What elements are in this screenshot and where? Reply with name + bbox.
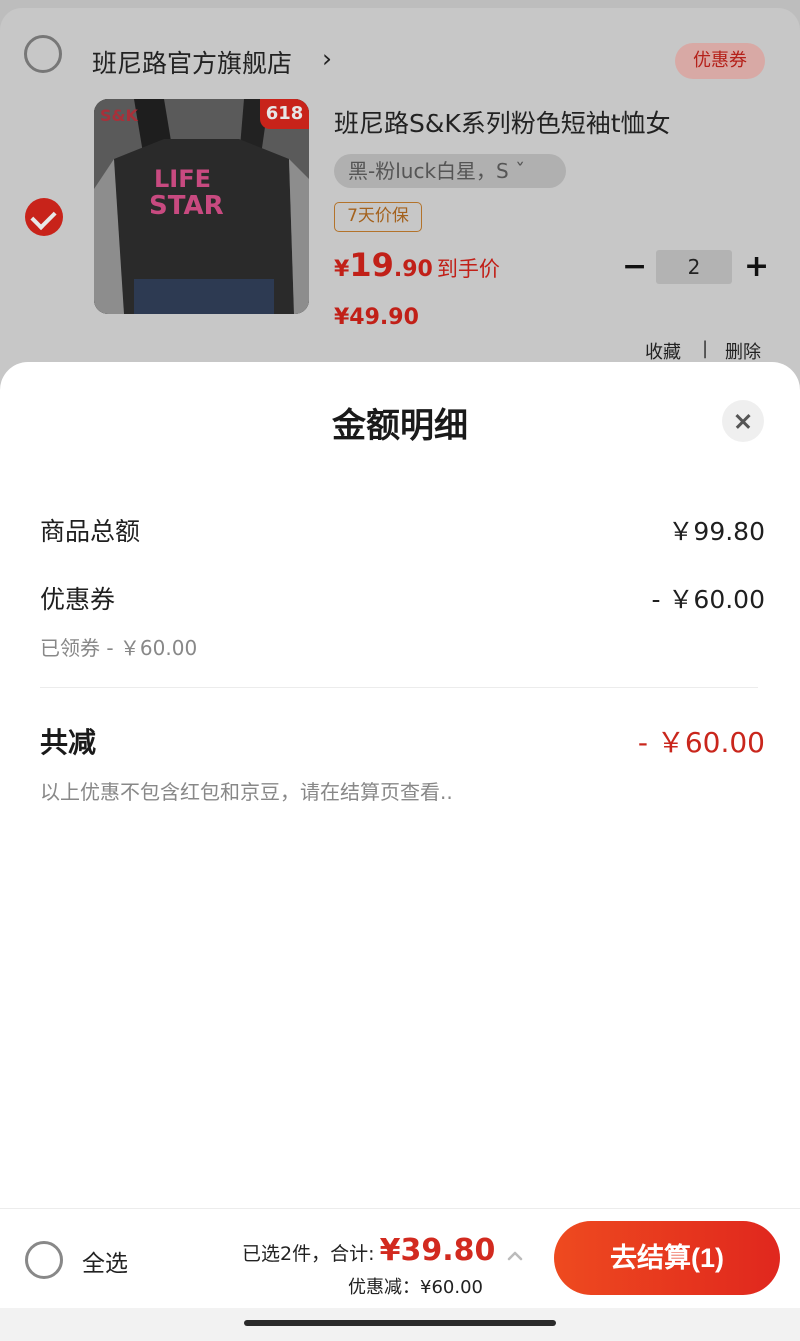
store-coupon-button[interactable]: 优惠券 <box>675 43 765 79</box>
total-discount-value: - ￥60.00 <box>637 726 765 759</box>
variant-selector[interactable]: 黑-粉luck白星，S ˇ <box>334 154 566 188</box>
system-navigation-area <box>0 1308 800 1341</box>
cart-background: 班尼路官方旗舰店 › 优惠券 LIFE STAR S&K 618 班尼路S&K系… <box>0 0 800 388</box>
product-image[interactable]: LIFE STAR S&K <box>94 99 309 314</box>
price-protection-badge: 7天价保 <box>334 202 422 232</box>
chevron-up-icon[interactable] <box>505 1245 525 1265</box>
original-price: ¥49.90 <box>334 305 419 330</box>
svg-text:STAR: STAR <box>149 191 224 221</box>
amount-detail-sheet: 金额明细 商品总额 ￥99.80 优惠券 - ￥60.00 已领券 - ￥60.… <box>0 362 800 1210</box>
coupon-label: 优惠券 <box>40 585 116 614</box>
close-icon[interactable] <box>722 400 764 442</box>
product-title[interactable]: 班尼路S&K系列粉色短袖t恤女 <box>334 104 671 140</box>
quantity-increase-button[interactable]: + <box>744 250 769 284</box>
favorite-button[interactable]: 收藏 <box>645 338 681 364</box>
svg-text:LIFE: LIFE <box>154 165 211 193</box>
coupon-note: 已领券 - ￥60.00 <box>40 636 198 660</box>
divider <box>40 687 758 688</box>
price-decimal: .90 <box>393 257 433 282</box>
chevron-right-icon[interactable]: › <box>322 44 332 73</box>
subtotal-label: 商品总额 <box>40 517 141 546</box>
sheet-title: 金额明细 <box>332 406 468 446</box>
total-amount: ¥39.80 <box>379 1233 496 1268</box>
image-brand-text: S&K <box>100 106 138 125</box>
action-separator: | <box>702 338 709 359</box>
price-currency: ¥ <box>334 257 350 282</box>
discount-summary: 优惠减：¥60.00 <box>348 1277 483 1298</box>
store-name[interactable]: 班尼路官方旗舰店 <box>92 44 292 80</box>
checkout-button[interactable]: 去结算(1) <box>554 1221 780 1295</box>
home-indicator[interactable] <box>244 1320 556 1326</box>
selected-count-label: 已选2件，合计: <box>242 1243 375 1265</box>
coupon-value: - ￥60.00 <box>651 585 765 614</box>
quantity-input[interactable]: 2 <box>656 250 732 284</box>
final-price: ¥19.90 到手价 <box>334 246 500 284</box>
subtotal-value: ￥99.80 <box>668 517 765 546</box>
quantity-decrease-button[interactable]: − <box>622 250 647 284</box>
delete-button[interactable]: 删除 <box>725 338 761 364</box>
store-select-radio[interactable] <box>24 35 62 73</box>
price-label: 到手价 <box>436 257 500 281</box>
discount-hint: 以上优惠不包含红包和京豆，请在结算页查看.. <box>40 780 453 804</box>
select-all-radio[interactable] <box>25 1241 63 1279</box>
item-select-checkbox[interactable] <box>25 198 63 236</box>
total-discount-label: 共减 <box>40 726 97 759</box>
order-summary[interactable]: 已选2件，合计: ¥39.80 <box>242 1233 495 1268</box>
store-card: 班尼路官方旗舰店 › 优惠券 LIFE STAR S&K 618 班尼路S&K系… <box>0 8 800 388</box>
promo-618-badge: 618 <box>260 99 309 129</box>
select-all-label[interactable]: 全选 <box>82 1244 128 1278</box>
checkout-bar: 全选 已选2件，合计: ¥39.80 优惠减：¥60.00 去结算(1) <box>0 1208 800 1308</box>
price-integer: 19 <box>349 246 394 284</box>
